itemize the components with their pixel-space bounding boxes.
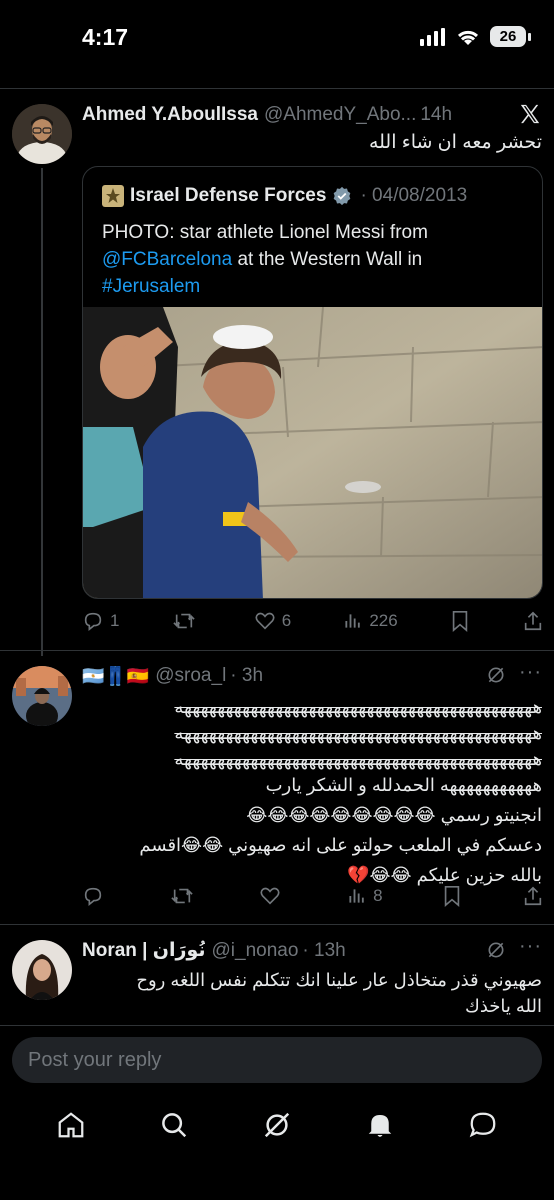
grok-icon[interactable] [486, 665, 506, 685]
view-count: 226 [369, 611, 398, 630]
share-icon [524, 886, 542, 906]
divider-2 [0, 924, 554, 925]
reply1-reply-button[interactable] [82, 885, 110, 907]
divider-3 [0, 1025, 554, 1026]
quote-text: PHOTO: star athlete Lionel Messi from @F… [102, 219, 532, 300]
reply1-view-count: 8 [373, 886, 383, 905]
bookmark-button[interactable] [450, 610, 470, 632]
wifi-icon [457, 30, 479, 45]
reply1-retweet-button[interactable] [170, 885, 200, 907]
retweet-icon [171, 888, 193, 904]
reply1-line6: دعسكم في الملعب حولتو على انه صهيوني 😂😂ا… [139, 835, 542, 855]
author-handle[interactable]: @AhmedY_Abo... [264, 104, 416, 126]
bottom-navigation [0, 1100, 554, 1150]
quoted-tweet-card[interactable]: Israel Defense Forces · 04/08/2013 PHOTO… [82, 166, 543, 599]
tweet-time: 14h [420, 104, 453, 125]
status-icons: 26 [420, 26, 531, 47]
heart-icon [260, 887, 280, 905]
reply1-line1: هههههههههههههههههههههههههههههههههههههههه… [174, 697, 542, 717]
avatar-noran[interactable] [12, 940, 72, 1000]
status-time: 4:17 [82, 24, 129, 50]
share-button[interactable] [522, 610, 544, 632]
reply1-bookmark-button[interactable] [442, 885, 462, 907]
quote-text-part2: at the Western Wall in [232, 249, 423, 270]
grok-icon[interactable] [486, 940, 506, 960]
retweet-button[interactable] [172, 610, 202, 632]
cellular-signal-icon [420, 27, 445, 46]
x-logo-icon [520, 104, 540, 124]
grok-icon[interactable] [262, 1110, 292, 1140]
idf-avatar-icon [102, 185, 124, 207]
share-icon [524, 611, 542, 631]
quote-photo[interactable] [83, 307, 543, 599]
bookmark-icon [445, 886, 460, 907]
mention-link-fcbarcelona[interactable]: @FCBarcelona [102, 249, 232, 270]
reply1-line3: هههههههههههههههههههههههههههههههههههههههه… [174, 749, 542, 769]
reply2-handle[interactable]: @i_nonao [212, 940, 299, 962]
status-bar: 4:17 26 [0, 0, 554, 80]
reply1-line2: هههههههههههههههههههههههههههههههههههههههه… [174, 723, 542, 743]
reply-button[interactable]: 1 [82, 610, 119, 632]
reply2-header: Noran | نُورَان @i_nonao · 13h [82, 939, 346, 962]
reply1-views-button[interactable]: 8 [347, 886, 383, 906]
quote-author-name[interactable]: Israel Defense Forces [130, 185, 326, 207]
reply1-like-button[interactable] [259, 885, 287, 907]
retweet-icon [172, 613, 195, 629]
quote-header: Israel Defense Forces · 04/08/2013 [102, 185, 467, 207]
reply1-actions: 8 [82, 885, 544, 907]
views-icon [349, 889, 364, 903]
messages-icon[interactable] [468, 1110, 498, 1140]
reply2-time: · 13h [302, 939, 346, 961]
thread-connector-line [41, 168, 43, 656]
avatar-sroa[interactable] [12, 666, 72, 726]
reply-count: 1 [110, 611, 120, 630]
reply2-text: صهيوني قذر متخاذل عار علينا انك تتكلم نف… [82, 967, 542, 1019]
reply-icon [84, 887, 102, 906]
reply2-line2: الله ياخذك [464, 996, 542, 1016]
heart-icon [255, 612, 275, 630]
home-icon[interactable] [56, 1110, 86, 1140]
divider-1 [0, 650, 554, 651]
bookmark-icon [452, 611, 468, 632]
reply2-line1: صهيوني قذر متخاذل عار علينا انك تتكلم نف… [136, 970, 542, 990]
more-options-icon[interactable]: ··· [519, 935, 542, 958]
reply1-line4: هههههههههههه الحمدلله و الشكر يارب [265, 775, 542, 795]
reply-icon [84, 612, 102, 631]
tweet-header: Ahmed Y.AboulIssa @AhmedY_Abo... 14h [82, 104, 452, 126]
tweet-text: تحشر معه ان شاء الله [368, 132, 542, 153]
quote-date: · 04/08/2013 [360, 185, 468, 206]
battery-indicator: 26 [490, 26, 531, 47]
reply1-text: هههههههههههههههههههههههههههههههههههههههه… [82, 694, 542, 888]
quote-text-part1: PHOTO: star athlete Lionel Messi from [102, 222, 428, 243]
notifications-icon[interactable] [365, 1110, 395, 1140]
reply1-header: 🇦🇷👖🇪🇸 @sroa_l · 3h [82, 665, 263, 687]
avatar-ahmed[interactable] [12, 104, 72, 164]
more-options-icon[interactable]: ··· [519, 661, 542, 684]
views-button[interactable]: 226 [343, 611, 398, 631]
reply-input[interactable]: Post your reply [12, 1037, 542, 1083]
verified-badge-icon [334, 186, 351, 206]
reply2-author-name[interactable]: Noran | نُورَان [82, 939, 206, 962]
search-icon[interactable] [159, 1110, 189, 1140]
reply1-handle[interactable]: @sroa_l [155, 665, 226, 687]
like-button[interactable]: 6 [254, 610, 291, 632]
hashtag-link-jerusalem[interactable]: #Jerusalem [102, 276, 200, 297]
reply1-flags: 🇦🇷👖🇪🇸 [82, 665, 150, 686]
author-name[interactable]: Ahmed Y.AboulIssa [82, 104, 258, 126]
reply1-share-button[interactable] [522, 885, 544, 907]
reply1-time: · 3h [230, 665, 264, 686]
main-tweet-actions: 1 6 226 [82, 610, 544, 632]
top-divider [0, 88, 554, 89]
views-icon [345, 614, 361, 628]
reply1-line5: انجنيتو رسمي 😂😂😂😂😂😂😂😂😂 [246, 805, 542, 825]
like-count: 6 [281, 611, 292, 630]
